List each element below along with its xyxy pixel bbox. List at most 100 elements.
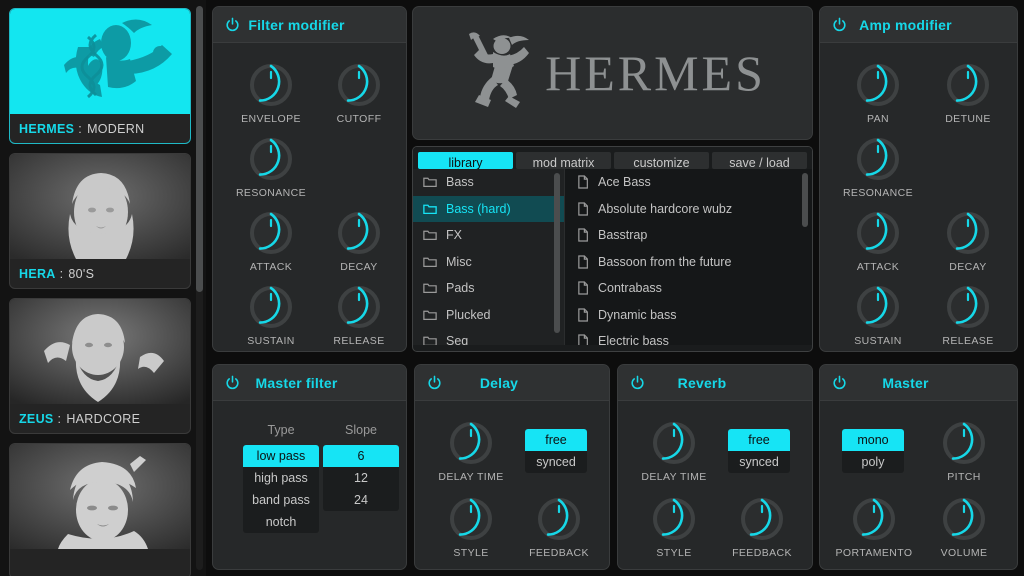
knob-dial[interactable]	[854, 61, 902, 109]
knob-envelope[interactable]: ENVELOPE	[231, 61, 311, 125]
panel-title: Delay	[415, 375, 609, 391]
filter-slope-option-24[interactable]: 24	[323, 489, 399, 511]
knob-dial[interactable]	[944, 61, 992, 109]
knob-dial[interactable]	[854, 135, 902, 183]
knob-detune[interactable]: DETUNE	[928, 61, 1008, 125]
filter-slope-option-6[interactable]: 6	[323, 445, 399, 467]
knob-dial[interactable]	[940, 419, 988, 467]
knob-attack[interactable]: ATTACK	[231, 209, 311, 273]
voice-mode-option-mono[interactable]: mono	[842, 429, 904, 451]
delay-mode-option-synced[interactable]: synced	[525, 451, 587, 473]
folder-item[interactable]: Bass	[413, 169, 564, 196]
knob-sustain[interactable]: SUSTAIN	[231, 283, 311, 347]
preset-card-hera[interactable]: HERA : 80'S	[9, 153, 191, 289]
knob-dial[interactable]	[850, 495, 898, 543]
knob-portamento[interactable]: PORTAMENTO	[834, 495, 914, 559]
knob-style[interactable]: STYLE	[431, 495, 511, 559]
folder-item[interactable]: Seq	[413, 328, 564, 345]
power-icon[interactable]	[224, 16, 241, 33]
preset-caption: ZEUS : HARDCORE	[10, 404, 190, 433]
file-item[interactable]: Dynamic bass	[565, 302, 812, 329]
file-item[interactable]: Bassoon from the future	[565, 249, 812, 276]
knob-style[interactable]: STYLE	[634, 495, 714, 559]
knob-dial[interactable]	[650, 495, 698, 543]
knob-dial[interactable]	[247, 283, 295, 331]
knob-delay-time[interactable]: DELAY TIME	[431, 419, 511, 483]
knob-dial[interactable]	[854, 209, 902, 257]
power-icon[interactable]	[831, 374, 848, 391]
knob-dial[interactable]	[335, 209, 383, 257]
filter-type-option-low-pass[interactable]: low pass	[243, 445, 319, 467]
file-item[interactable]: Ace Bass	[565, 169, 812, 196]
tab-mod-matrix[interactable]: mod matrix	[516, 152, 611, 169]
knob-dial[interactable]	[650, 419, 698, 467]
knob-volume[interactable]: VOLUME	[924, 495, 1004, 559]
file-label: Ace Bass	[598, 175, 651, 189]
knob-dial[interactable]	[738, 495, 786, 543]
preset-name: ZEUS	[19, 412, 54, 426]
knob-decay[interactable]: DECAY	[928, 209, 1008, 273]
knob-pan[interactable]: PAN	[838, 61, 918, 125]
knob-dial[interactable]	[247, 61, 295, 109]
knob-release[interactable]: RELEASE	[319, 283, 399, 347]
knob-dial[interactable]	[944, 209, 992, 257]
knob-delay-time[interactable]: DELAY TIME	[634, 419, 714, 483]
knob-pitch[interactable]: PITCH	[924, 419, 1004, 483]
folder-scrollbar-thumb[interactable]	[554, 173, 560, 333]
voice-mode-option-poly[interactable]: poly	[842, 451, 904, 473]
knob-dial[interactable]	[247, 135, 295, 183]
file-item[interactable]: Basstrap	[565, 222, 812, 249]
power-icon[interactable]	[426, 374, 443, 391]
power-icon[interactable]	[831, 16, 848, 33]
sidebar-scrollbar-thumb[interactable]	[196, 6, 203, 292]
folder-item[interactable]: Misc	[413, 249, 564, 276]
knob-feedback[interactable]: FEEDBACK	[722, 495, 802, 559]
knob-dial[interactable]	[447, 419, 495, 467]
folder-item-selected[interactable]: Bass (hard)	[413, 196, 564, 223]
tab-customize[interactable]: customize	[614, 152, 709, 169]
file-item[interactable]: Contrabass	[565, 275, 812, 302]
knob-dial[interactable]	[447, 495, 495, 543]
folder-item[interactable]: Plucked	[413, 302, 564, 329]
tab-library[interactable]: library	[418, 152, 513, 169]
filter-slope-option-12[interactable]: 12	[323, 467, 399, 489]
power-icon[interactable]	[224, 374, 241, 391]
preset-card-hermes[interactable]: HERMES : MODERN	[9, 8, 191, 144]
file-scrollbar-thumb[interactable]	[802, 173, 808, 227]
knob-dial[interactable]	[944, 283, 992, 331]
knob-dial[interactable]	[854, 283, 902, 331]
reverb-mode-option-synced[interactable]: synced	[728, 451, 790, 473]
file-item[interactable]: Electric bass	[565, 328, 812, 345]
file-item[interactable]: Absolute hardcore wubz	[565, 196, 812, 223]
file-icon	[577, 308, 589, 322]
knob-dial[interactable]	[247, 209, 295, 257]
tab-save-load[interactable]: save / load	[712, 152, 807, 169]
folder-item[interactable]: FX	[413, 222, 564, 249]
knob-dial[interactable]	[335, 61, 383, 109]
knob-dial[interactable]	[335, 283, 383, 331]
knob-release[interactable]: RELEASE	[928, 283, 1008, 347]
knob-dial[interactable]	[535, 495, 583, 543]
knob-decay[interactable]: DECAY	[319, 209, 399, 273]
folder-item[interactable]: Pads	[413, 275, 564, 302]
reverb-mode-option-free[interactable]: free	[728, 429, 790, 451]
knob-attack[interactable]: ATTACK	[838, 209, 918, 273]
delay-mode-option-free[interactable]: free	[525, 429, 587, 451]
filter-type-option-notch[interactable]: notch	[243, 511, 319, 533]
knob-resonance[interactable]: RESONANCE	[838, 135, 918, 199]
knob-cutoff[interactable]: CUTOFF	[319, 61, 399, 125]
synth-window: HERMES : MODERN	[0, 0, 1024, 576]
knob-resonance[interactable]: RESONANCE	[231, 135, 311, 199]
folder-label: Plucked	[446, 308, 490, 322]
power-icon[interactable]	[629, 374, 646, 391]
knob-label: ATTACK	[231, 261, 311, 273]
preset-card-zeus[interactable]: ZEUS : HARDCORE	[9, 298, 191, 434]
knob-feedback[interactable]: FEEDBACK	[519, 495, 599, 559]
preset-card-athena[interactable]	[9, 443, 191, 576]
knob-dial[interactable]	[940, 495, 988, 543]
knob-label: CUTOFF	[319, 113, 399, 125]
filter-type-option-high-pass[interactable]: high pass	[243, 467, 319, 489]
filter-type-option-band-pass[interactable]: band pass	[243, 489, 319, 511]
knob-sustain[interactable]: SUSTAIN	[838, 283, 918, 347]
panel-title: Reverb	[618, 375, 812, 391]
